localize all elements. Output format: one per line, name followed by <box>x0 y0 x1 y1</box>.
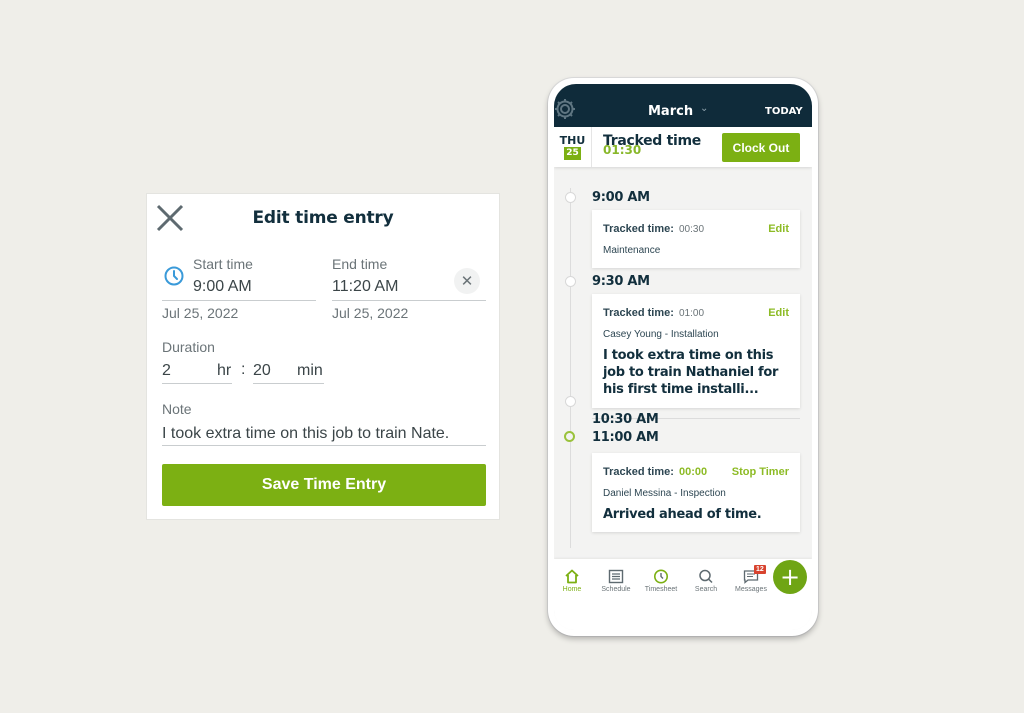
nav-schedule[interactable]: Schedule <box>594 569 638 593</box>
duration-separator: : <box>241 361 246 378</box>
minutes-unit: min <box>297 362 323 379</box>
nav-label: Search <box>694 586 718 593</box>
phone-screen: March ⌄ TODAY THU 25 01:30 Tracked time … <box>554 84 812 630</box>
slot-time: 11:00 AM <box>592 430 659 445</box>
phone-mockup: March ⌄ TODAY THU 25 01:30 Tracked time … <box>548 78 818 636</box>
nav-label: Schedule <box>601 586 631 593</box>
end-date[interactable]: Jul 25, 2022 <box>332 305 408 321</box>
note-label: Note <box>162 401 192 417</box>
edit-button[interactable]: Edit <box>768 223 789 235</box>
today-button[interactable]: TODAY <box>765 106 803 117</box>
clock-out-button[interactable]: Clock Out <box>722 133 800 162</box>
card-subtitle: Daniel Messina - Inspection <box>603 488 726 499</box>
card-subtitle: Casey Young - Installation <box>603 329 719 340</box>
card-tracked-value: 00:30 <box>678 224 705 235</box>
card-tracked-value: 00:00 <box>678 466 708 478</box>
card-note: I took extra time on this job to train N… <box>603 348 779 397</box>
end-time-label: End time <box>332 256 388 272</box>
tracked-time-title: Tracked time <box>603 133 701 149</box>
stop-timer-button[interactable]: Stop Timer <box>732 466 789 478</box>
duration-label: Duration <box>162 339 215 355</box>
month-selector[interactable]: March <box>648 104 693 119</box>
selected-day[interactable]: THU 25 <box>554 127 592 167</box>
slot-time: 9:30 AM <box>592 274 650 289</box>
time-entry-card[interactable]: Tracked time: 00:00 Stop Timer Daniel Me… <box>592 453 800 532</box>
clear-x-icon: ✕ <box>460 273 474 290</box>
search-icon <box>699 569 713 584</box>
nav-label: Home <box>562 586 582 593</box>
card-subtitle: Maintenance <box>603 245 661 256</box>
edit-button[interactable]: Edit <box>768 307 789 319</box>
schedule-list-icon <box>608 569 624 584</box>
clear-end-time-button[interactable]: ✕ <box>454 268 480 294</box>
home-icon <box>565 569 579 584</box>
time-entry-card[interactable]: Tracked time: 01:00 Edit Casey Young - I… <box>592 294 800 408</box>
hours-unit: hr <box>217 362 232 379</box>
clock-icon <box>164 266 184 286</box>
time-entry-card[interactable]: Tracked time: 00:30 Edit Maintenance <box>592 210 800 268</box>
note-underline <box>162 445 486 446</box>
slot-time: 10:30 AM <box>592 412 659 427</box>
timeline-dot <box>565 276 576 287</box>
start-date[interactable]: Jul 25, 2022 <box>162 305 238 321</box>
card-tracked-value: 01:00 <box>678 308 705 319</box>
edit-time-entry-dialog: Edit time entry Start time 9:00 AM Jul 2… <box>146 193 500 520</box>
save-time-entry-button[interactable]: Save Time Entry <box>162 464 486 506</box>
day-number: 25 <box>564 147 581 160</box>
timeline-dot <box>565 192 576 203</box>
card-tracked-time: Tracked time: 01:00 <box>603 307 705 319</box>
gear-icon[interactable] <box>554 96 580 122</box>
top-bar: March ⌄ TODAY <box>554 84 812 127</box>
nav-home[interactable]: Home <box>554 569 594 593</box>
hours-underline <box>162 383 232 384</box>
slot-time: 9:00 AM <box>592 190 650 205</box>
add-button[interactable]: + <box>773 560 807 594</box>
start-time-label: Start time <box>193 256 253 272</box>
dialog-title: Edit time entry <box>252 208 394 228</box>
minutes-underline <box>253 383 324 384</box>
duration-hours-input[interactable]: 2 <box>162 362 171 380</box>
note-input[interactable]: I took extra time on this job to train N… <box>162 425 449 443</box>
timeline-line <box>570 188 571 548</box>
nav-timesheet[interactable]: Timesheet <box>639 569 683 593</box>
end-time-underline <box>332 300 486 301</box>
card-note: Arrived ahead of time. <box>603 507 762 522</box>
messages-badge: 12 <box>754 565 766 574</box>
clock-icon <box>654 569 668 584</box>
day-of-week: THU <box>559 134 586 147</box>
card-tracked-time: Tracked time: 00:30 <box>603 223 705 235</box>
nav-label: Messages <box>735 586 767 593</box>
duration-minutes-input[interactable]: 20 <box>253 362 271 380</box>
card-tracked-time: Tracked time: 00:00 <box>603 466 708 478</box>
date-bar: THU 25 01:30 Tracked time Clock Out <box>554 127 812 167</box>
chevron-down-icon[interactable]: ⌄ <box>700 103 708 114</box>
nav-search[interactable]: Search <box>684 569 728 593</box>
end-time-input[interactable]: 11:20 AM <box>332 278 398 296</box>
timeline-dot-active <box>564 431 575 442</box>
nav-label: Timesheet <box>644 586 678 593</box>
start-time-input[interactable]: 9:00 AM <box>193 278 252 296</box>
start-time-underline <box>162 300 316 301</box>
timeline-dot <box>565 396 576 407</box>
nav-messages[interactable]: 12 Messages <box>729 565 773 593</box>
